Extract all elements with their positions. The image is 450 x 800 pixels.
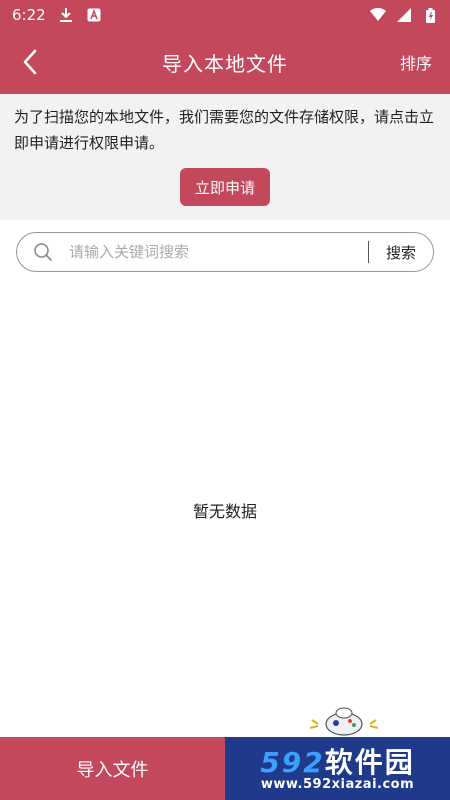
- back-button[interactable]: [14, 46, 46, 78]
- page-title: 导入本地文件: [162, 51, 288, 76]
- chevron-left-icon: [23, 49, 37, 75]
- status-bar: 6:22: [0, 0, 450, 30]
- battery-icon: [422, 7, 438, 23]
- gamepad-mascot-icon: [309, 707, 379, 736]
- status-bar-left: 6:22: [12, 6, 102, 24]
- watermark-logo: 592软件园 www.592xiazai.com: [225, 737, 450, 800]
- permission-notice-text: 为了扫描您的本地文件，我们需要您的文件存储权限，请点击立即申请进行权限申请。: [14, 108, 435, 152]
- empty-state-text: 暂无数据: [192, 502, 257, 521]
- status-time: 6:22: [12, 6, 46, 24]
- download-icon: [58, 7, 74, 23]
- permission-notice: 为了扫描您的本地文件，我们需要您的文件存储权限，请点击立即申请进行权限申请。 立…: [0, 94, 450, 220]
- search-icon: [33, 242, 53, 262]
- watermark-title: 592软件园: [225, 741, 450, 781]
- bottom-bar: 导入文件 592软件园 www.592xiazai.com: [0, 737, 450, 800]
- signal-icon: [396, 7, 412, 23]
- status-bar-right: [370, 7, 438, 23]
- watermark-suffix: 软件园: [324, 746, 415, 779]
- search-input[interactable]: [67, 242, 368, 262]
- wifi-icon: [370, 7, 386, 23]
- watermark-url: www.592xiazai.com: [260, 777, 415, 792]
- search-button[interactable]: 搜索: [369, 232, 433, 272]
- watermark-prefix: 592: [260, 746, 325, 779]
- import-file-button[interactable]: 导入文件: [0, 737, 225, 800]
- sort-button[interactable]: 排序: [400, 30, 432, 94]
- app-bar: 导入本地文件 排序: [0, 30, 450, 94]
- search-bar: 搜索: [16, 232, 434, 272]
- apply-permission-button[interactable]: 立即申请: [180, 168, 270, 206]
- a-box-icon: [86, 7, 102, 23]
